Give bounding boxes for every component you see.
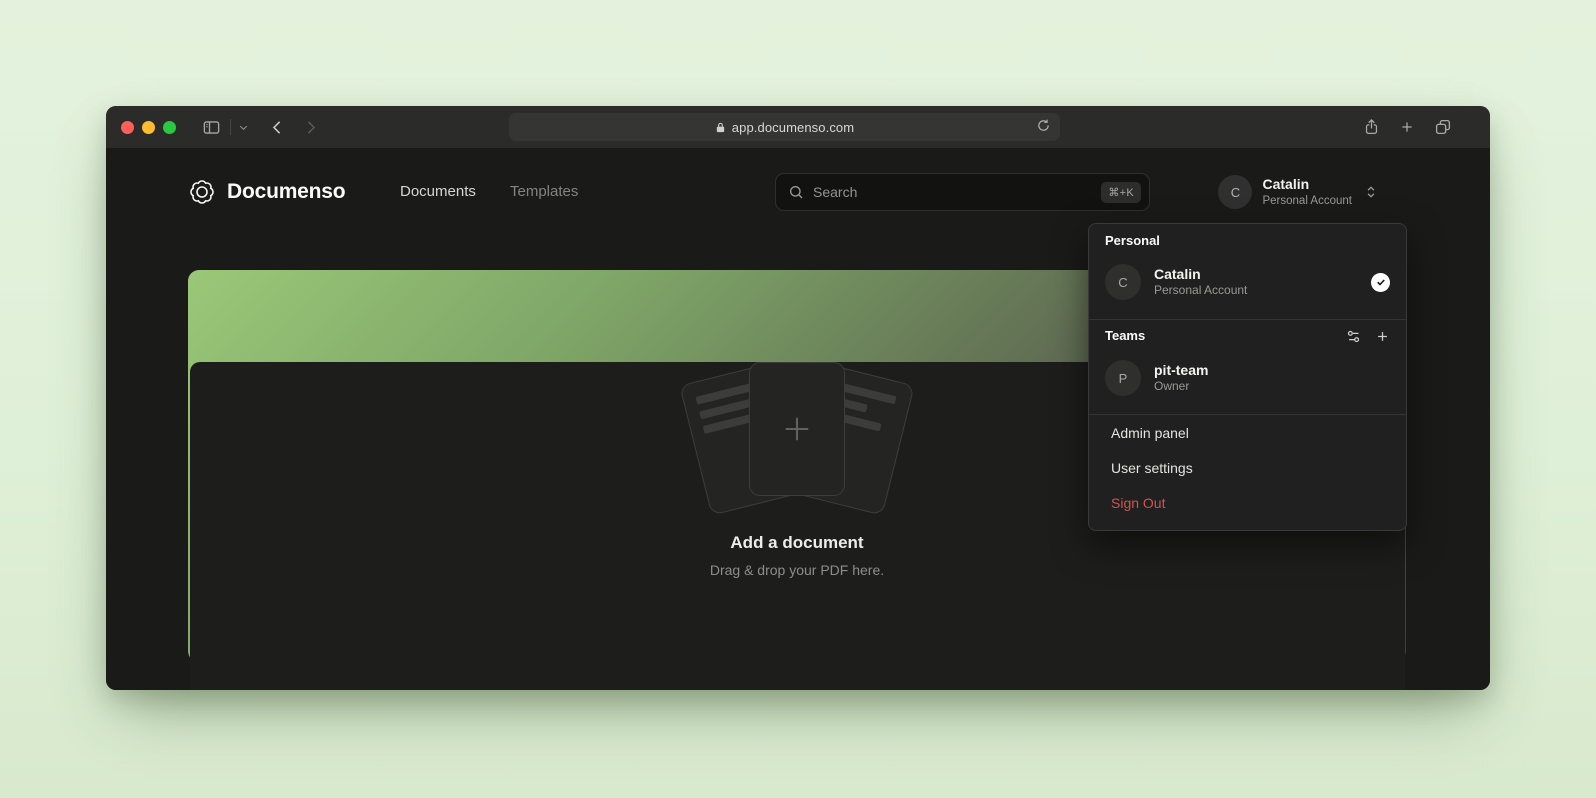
- traffic-lights: [121, 121, 176, 134]
- sidebar-toggle-button[interactable]: [202, 118, 221, 137]
- dropzone-title: Add a document: [190, 533, 1405, 553]
- account-dropdown-menu: Personal C Catalin Personal Account Team…: [1088, 223, 1407, 531]
- toolbar-right-actions: [1363, 106, 1452, 148]
- menu-divider: [1089, 414, 1406, 415]
- browser-window: app.documenso.com: [106, 106, 1490, 690]
- menu-item-admin-panel[interactable]: Admin panel: [1089, 416, 1406, 451]
- brand-name: Documenso: [227, 180, 345, 204]
- document-card-center: [749, 362, 845, 496]
- menu-section-teams: Teams: [1105, 327, 1145, 345]
- dropzone-subtitle: Drag & drop your PDF here.: [190, 562, 1405, 578]
- account-subtitle: Personal Account: [1262, 194, 1352, 208]
- menu-item-sign-out[interactable]: Sign Out: [1089, 486, 1406, 521]
- search-shortcut-badge: ⌘+K: [1101, 182, 1141, 203]
- new-tab-button[interactable]: [1399, 119, 1415, 135]
- menu-account-name: Catalin: [1154, 265, 1247, 283]
- avatar: C: [1105, 264, 1141, 300]
- brand-logo-link[interactable]: Documenso: [188, 170, 345, 214]
- menu-team-subtitle: Owner: [1154, 379, 1208, 395]
- chevron-down-icon[interactable]: [238, 122, 249, 133]
- toolbar-divider: [230, 119, 231, 135]
- reload-button[interactable]: [1036, 118, 1051, 133]
- zoom-button[interactable]: [163, 121, 176, 134]
- document-stack-illustration: [647, 362, 947, 512]
- menu-divider: [1089, 319, 1406, 320]
- avatar: P: [1105, 360, 1141, 396]
- close-button[interactable]: [121, 121, 134, 134]
- menu-account-subtitle: Personal Account: [1154, 283, 1247, 299]
- share-button[interactable]: [1363, 118, 1380, 136]
- search-icon: [788, 184, 804, 200]
- desktop-background: app.documenso.com: [0, 0, 1596, 798]
- search-placeholder: Search: [813, 184, 857, 200]
- account-menu-button[interactable]: C Catalin Personal Account: [1218, 173, 1378, 211]
- plus-icon: [779, 411, 815, 447]
- chevrons-up-down-icon: [1364, 185, 1378, 199]
- minimize-button[interactable]: [142, 121, 155, 134]
- forward-button[interactable]: [302, 119, 319, 136]
- add-team-icon[interactable]: [1375, 329, 1390, 344]
- manage-teams-icon[interactable]: [1346, 329, 1361, 344]
- lock-icon: [715, 121, 726, 134]
- menu-section-teams-row: Teams: [1105, 327, 1390, 345]
- search-input[interactable]: Search ⌘+K: [775, 173, 1150, 211]
- menu-section-personal: Personal: [1105, 232, 1390, 250]
- menu-item-personal-account[interactable]: C Catalin Personal Account: [1105, 260, 1390, 304]
- tab-overview-button[interactable]: [1434, 118, 1452, 136]
- check-circle-icon: [1371, 273, 1390, 292]
- app-header: Documenso Documents Templates Search ⌘+K…: [188, 170, 1406, 214]
- address-bar[interactable]: app.documenso.com: [509, 113, 1060, 141]
- menu-item-team[interactable]: P pit-team Owner: [1105, 356, 1390, 400]
- account-name: Catalin: [1262, 176, 1352, 194]
- avatar: C: [1218, 175, 1252, 209]
- browser-toolbar: app.documenso.com: [106, 106, 1490, 148]
- back-button[interactable]: [269, 119, 286, 136]
- nav-documents[interactable]: Documents: [400, 170, 476, 214]
- menu-item-user-settings[interactable]: User settings: [1089, 451, 1406, 486]
- url-text: app.documenso.com: [732, 120, 854, 135]
- documenso-logo-icon: [188, 178, 216, 206]
- nav-templates[interactable]: Templates: [510, 170, 578, 214]
- menu-team-name: pit-team: [1154, 361, 1208, 379]
